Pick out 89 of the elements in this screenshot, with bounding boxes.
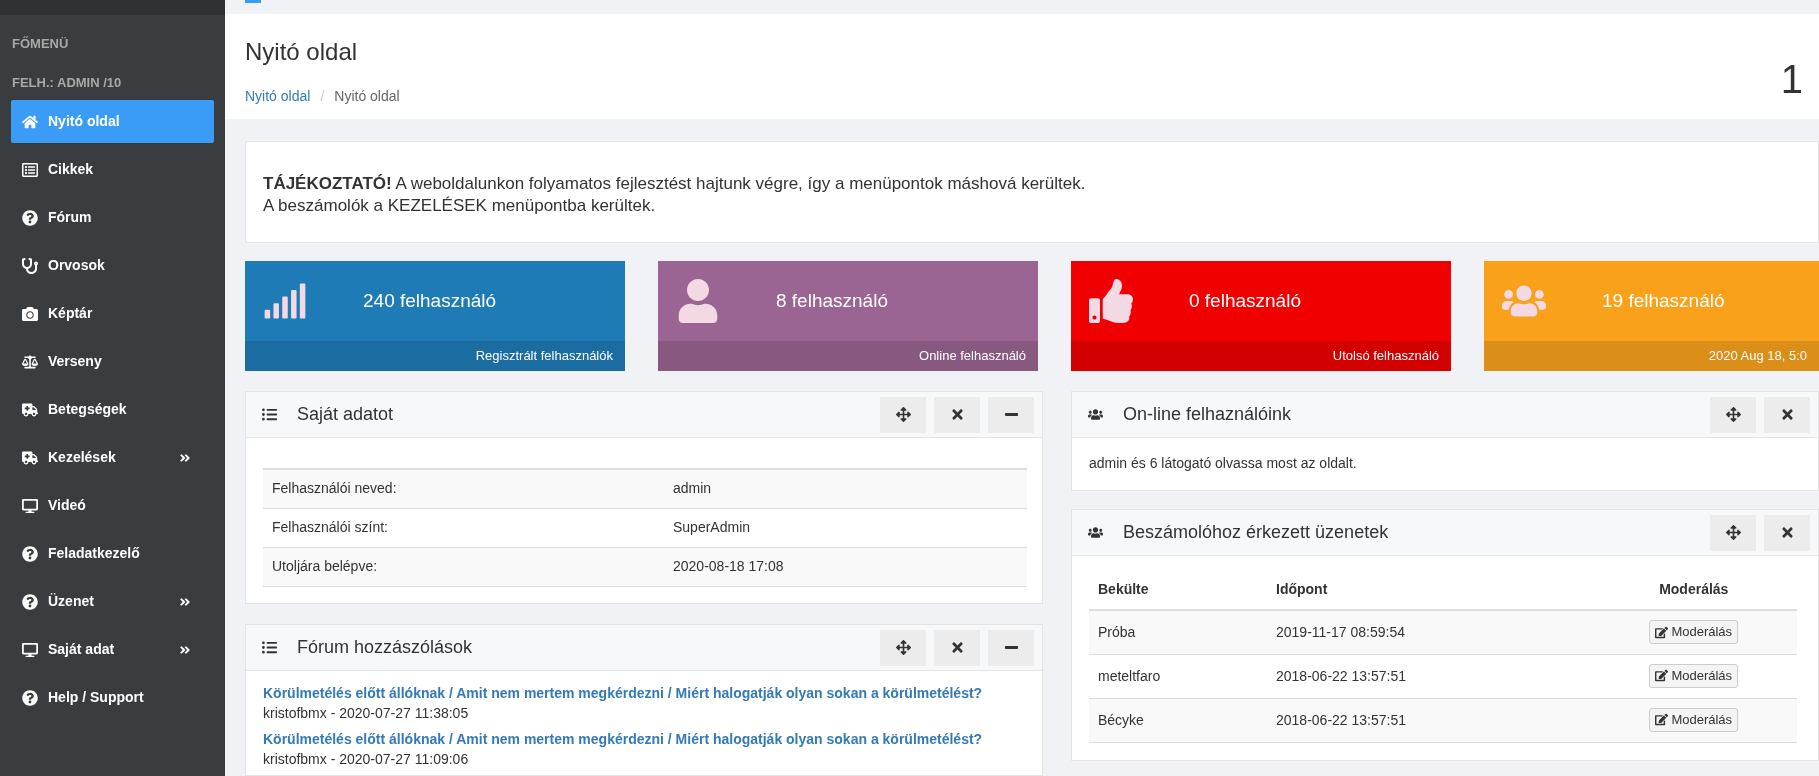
header-number: 1 xyxy=(1780,55,1803,103)
home-icon xyxy=(22,113,38,130)
stat-footer: Utolsó felhasználó xyxy=(1071,341,1451,371)
close-button[interactable] xyxy=(934,629,980,666)
table-cell: Felhasználói színt: xyxy=(263,508,673,547)
close-button[interactable] xyxy=(1764,514,1810,551)
online-text: admin és 6 látogató olvassa most az oldalt. xyxy=(1088,454,1358,473)
table-cell: Próba xyxy=(1089,610,1267,654)
moderate-button[interactable]: Moderálás xyxy=(1649,663,1739,688)
sidebar-item[interactable]: Videó xyxy=(11,484,214,527)
minimize-button[interactable] xyxy=(988,396,1034,433)
table-cell: admin xyxy=(673,469,1027,508)
sidebar-item[interactable]: Fórum xyxy=(11,196,214,239)
move-button[interactable] xyxy=(880,629,926,666)
stat-footer: 2020 Aug 18, 5:0 xyxy=(1484,341,1819,371)
forum-post-meta: kristofbmx - 2020-07-27 11:09:06 xyxy=(263,750,470,769)
breadcrumb-link[interactable]: Nyitó oldal xyxy=(245,85,311,107)
sidebar-item[interactable]: Saját adat xyxy=(11,628,214,671)
table-cell: 2019-11-17 08:59:54 xyxy=(1267,610,1591,654)
forum-post-meta: kristofbmx - 2020-07-27 11:38:05 xyxy=(263,704,470,723)
move-icon xyxy=(1725,407,1741,422)
edit-icon xyxy=(1655,713,1669,727)
camera-icon xyxy=(22,305,38,322)
moderate-button[interactable]: Moderálás xyxy=(1649,707,1739,732)
stethoscope-icon xyxy=(22,257,38,274)
ambulance-icon xyxy=(22,449,38,466)
tab-indicator xyxy=(245,0,261,3)
table-cell: meteltfaro xyxy=(1089,654,1267,698)
move-button[interactable] xyxy=(1710,514,1756,551)
move-icon xyxy=(1725,525,1741,540)
ambulance-icon xyxy=(22,401,38,418)
sidebar-item[interactable]: Kezelések xyxy=(11,436,214,479)
table-cell: 2020-08-18 17:08 xyxy=(673,547,1027,586)
scale-icon xyxy=(22,353,38,370)
move-button[interactable] xyxy=(880,396,926,433)
table-cell: SuperAdmin xyxy=(673,508,1027,547)
sidebar-item[interactable]: Verseny xyxy=(11,340,214,383)
table-cell: Bécyke xyxy=(1089,698,1267,742)
close-button[interactable] xyxy=(934,396,980,433)
stat-value: 0 felhasználó xyxy=(1189,288,1301,313)
column-header: Moderálás xyxy=(1590,570,1797,610)
table-cell: 2018-06-22 13:57:51 xyxy=(1267,698,1591,742)
user-label: FELH.: ADMIN /10 xyxy=(11,73,123,92)
users-icon xyxy=(1088,525,1103,540)
stat-footer: Online felhasználó xyxy=(658,341,1038,371)
notice-text: A beszámolók a KEZELÉSEK menüpontba kerültek. xyxy=(263,195,657,217)
breadcrumb-separator: / xyxy=(320,86,325,106)
moderate-button[interactable]: Moderálás xyxy=(1649,620,1739,644)
users-icon xyxy=(1088,407,1103,422)
stat-footer: Regisztrált felhasználók xyxy=(245,341,625,371)
notice-text: TÁJÉKOZTATÓ! A weboldalunkon folyamatos fejlesztést hajtunk végre, így a menüpontok máshová kerültek. xyxy=(263,173,1087,195)
monitor-icon xyxy=(22,497,38,514)
thumbs-up-icon xyxy=(1089,279,1133,323)
stat-value: 240 felhasználó xyxy=(363,288,497,313)
table-cell: Utoljára belépve: xyxy=(263,547,673,586)
table-cell: Felhasználói neved: xyxy=(263,469,673,508)
panel-title: On-line felhaználóink xyxy=(1123,403,1293,426)
page-title: Nyitó oldal xyxy=(245,36,359,67)
panel-title: Fórum hozzászólások xyxy=(297,636,474,659)
column-header: Bekülte xyxy=(1089,570,1267,610)
sidebar-item[interactable]: Üzenet xyxy=(11,580,214,623)
edit-icon xyxy=(1655,625,1669,639)
move-button[interactable] xyxy=(1710,396,1756,433)
section-heading: FŐMENÜ xyxy=(11,35,70,53)
list-card-icon xyxy=(22,161,38,178)
user-icon xyxy=(676,279,720,323)
sidebar-item[interactable]: Help / Support xyxy=(11,676,214,719)
move-icon xyxy=(895,640,911,655)
panel-title: Beszámolóhoz érkezett üzenetek xyxy=(1123,521,1390,544)
sidebar-item[interactable]: Cikkek xyxy=(11,148,214,191)
sidebar-item[interactable]: Orvosok xyxy=(11,244,214,287)
sidebar-item[interactable]: Képtár xyxy=(11,292,214,335)
list-icon xyxy=(262,640,277,655)
breadcrumb-current: Nyitó oldal xyxy=(334,86,400,106)
stat-value: 19 felhasználó xyxy=(1602,288,1725,313)
list-icon xyxy=(262,407,277,422)
stat-value: 8 felhasználó xyxy=(776,288,888,313)
minimize-button[interactable] xyxy=(988,629,1034,666)
forum-post-link[interactable]: Körülmetélés előtt állóknak / Amit nem mertem megkérdezni / Miért halogatják olyan sokan a körülmetélést? xyxy=(263,683,1025,703)
sidebar-item[interactable]: Feladatkezelő xyxy=(11,532,214,575)
panel-title: Saját adatot xyxy=(297,403,395,426)
forum-post-link[interactable]: Körülmetélés előtt állóknak / Amit nem mertem megkérdezni / Miért halogatják olyan sokan a körülmetélést? xyxy=(263,729,1025,749)
sidebar-item[interactable]: Betegségek xyxy=(11,388,214,431)
table-cell: 2018-06-22 13:57:51 xyxy=(1267,654,1591,698)
edit-icon xyxy=(1655,669,1669,683)
close-button[interactable] xyxy=(1764,396,1810,433)
column-header: Időpont xyxy=(1267,570,1591,610)
move-icon xyxy=(895,407,911,422)
monitor-icon xyxy=(22,641,38,658)
